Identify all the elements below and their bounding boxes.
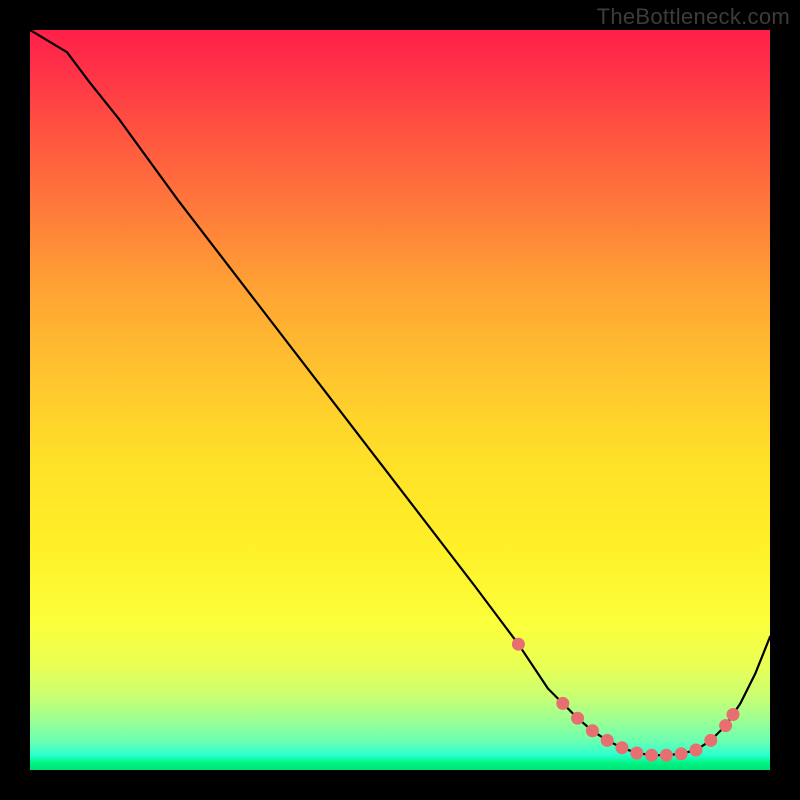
marker-point <box>660 749 673 762</box>
plot-area <box>30 30 770 770</box>
marker-point <box>690 744 703 757</box>
marker-point <box>675 747 688 760</box>
marker-point <box>645 749 658 762</box>
marker-point <box>586 724 599 737</box>
marker-point <box>630 746 643 759</box>
marker-point <box>512 638 525 651</box>
marker-group <box>512 638 740 762</box>
marker-point <box>571 712 584 725</box>
watermark-text: TheBottleneck.com <box>597 4 790 30</box>
bottleneck-curve-line <box>30 30 770 755</box>
marker-point <box>556 697 569 710</box>
marker-point <box>719 719 732 732</box>
marker-point <box>727 708 740 721</box>
marker-point <box>616 741 629 754</box>
marker-point <box>704 734 717 747</box>
chart-frame: TheBottleneck.com <box>0 0 800 800</box>
marker-point <box>601 734 614 747</box>
chart-svg <box>30 30 770 770</box>
